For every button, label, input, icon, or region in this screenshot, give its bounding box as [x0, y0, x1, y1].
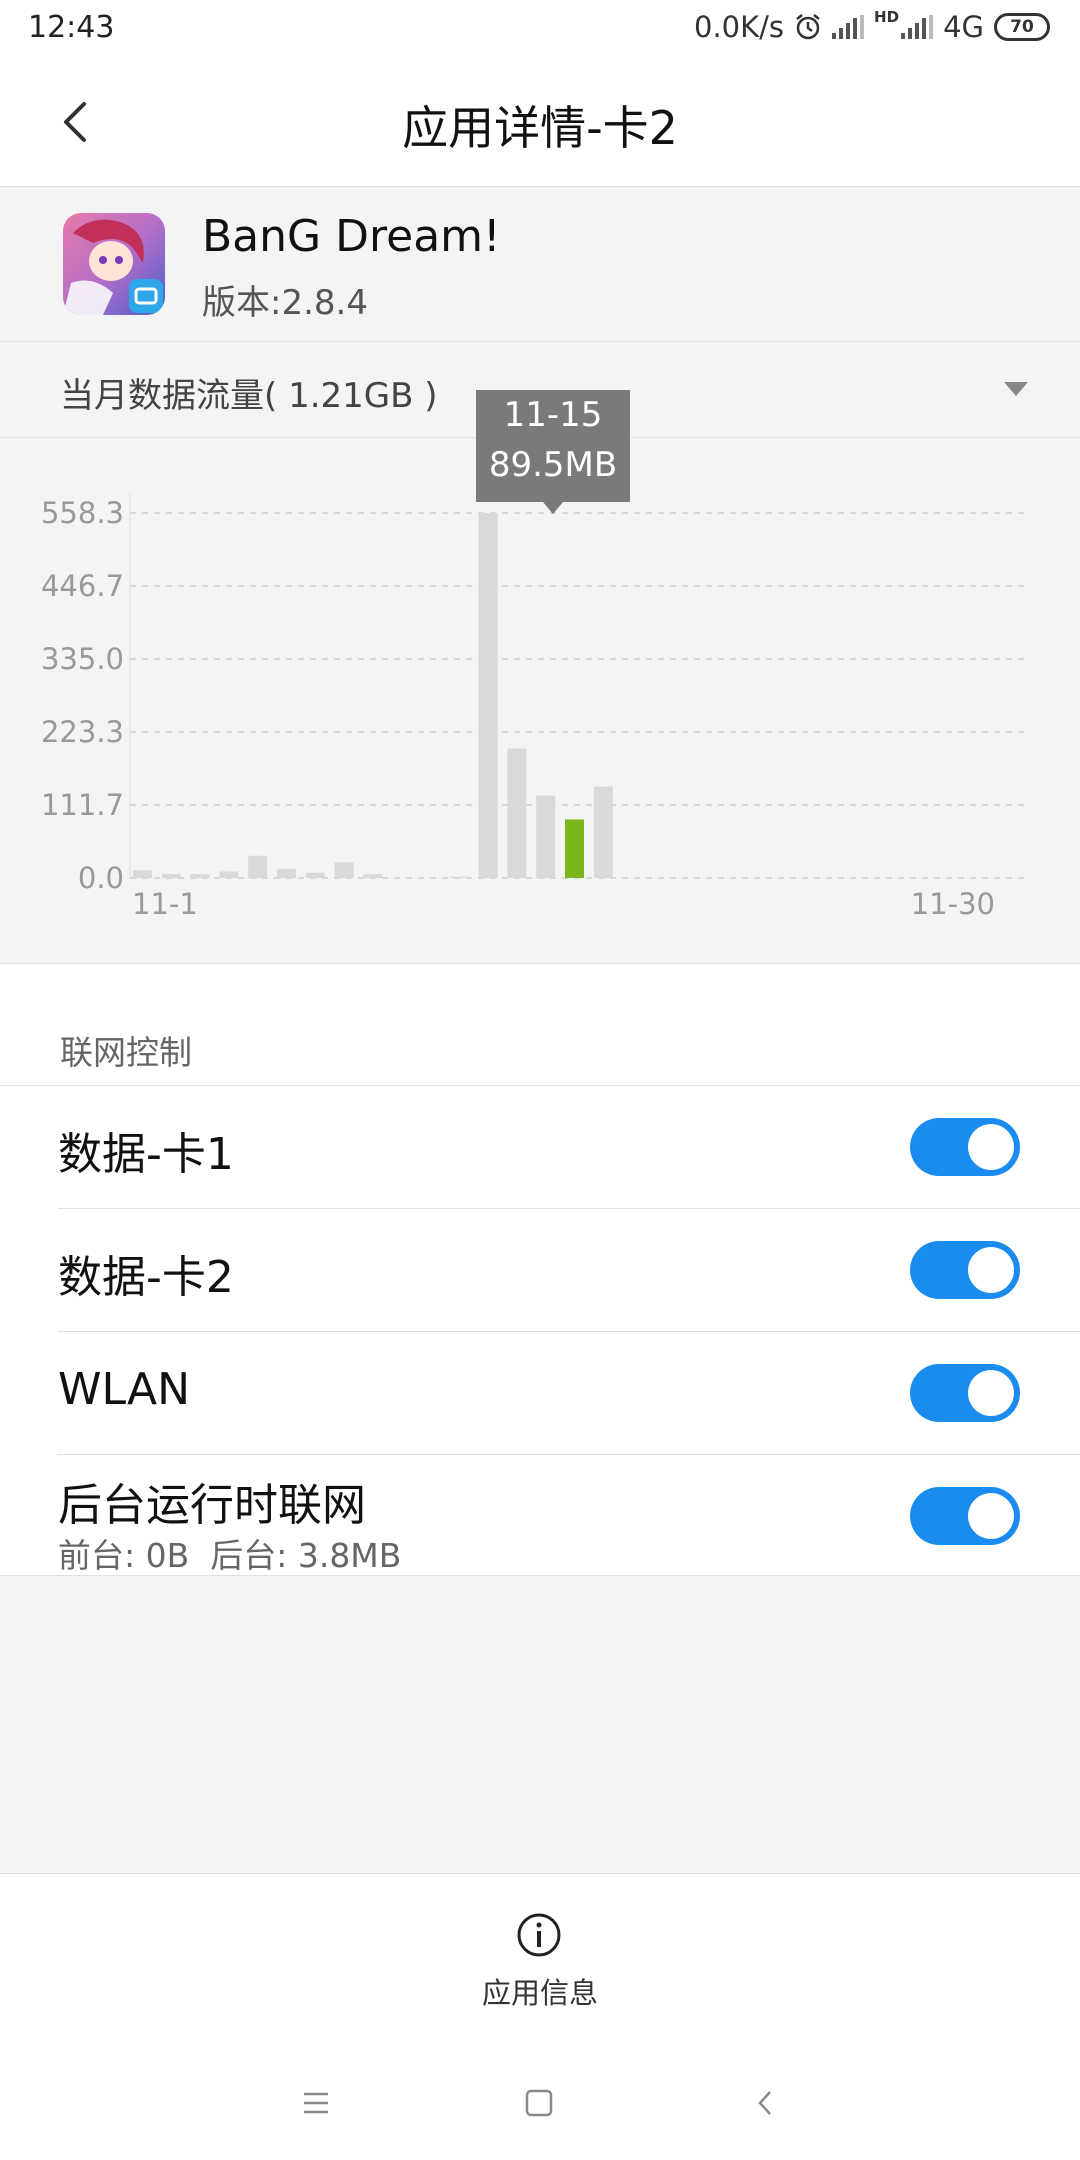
y-tick-label: 111.7 [41, 788, 124, 822]
row-sublabel: 前台: 0B 后台: 3.8MB [58, 1536, 402, 1575]
status-bar: 12:43 0.0K/s HD 4G 70 [0, 0, 1080, 56]
chart-bar [363, 874, 383, 878]
row-label: 数据-卡1 [58, 1129, 234, 1180]
row-label: 数据-卡2 [58, 1252, 234, 1303]
x-end-label: 11-30 [911, 887, 995, 921]
app-name: BanG Dream! [202, 211, 501, 262]
net-speed: 0.0K/s [694, 10, 785, 44]
status-time: 12:43 [28, 10, 115, 45]
y-tick-label: 335.0 [41, 642, 124, 676]
toggle-wlan[interactable] [910, 1364, 1020, 1422]
chart-tooltip: 11-15 89.5MB [476, 390, 630, 502]
y-tick-label: 223.3 [41, 715, 124, 749]
battery-icon: 70 [994, 13, 1050, 41]
app-info-button[interactable]: 应用信息 [0, 1873, 1080, 2050]
signal-hd-icon [901, 15, 934, 39]
row-label: 后台运行时联网 [58, 1480, 366, 1531]
home-square-icon[interactable] [525, 2089, 553, 2117]
chart-bar [277, 868, 296, 878]
y-tick-label: 558.3 [41, 496, 124, 530]
usage-chart-svg: 0.0 111.7 223.3 335.0 446.7 558.3 11-1 11-30 [41, 493, 1025, 921]
row-data-sim2[interactable]: 数据-卡2 [0, 1209, 1080, 1331]
chart-bar [305, 872, 325, 878]
network-type: 4G [943, 10, 984, 44]
y-tick-label: 0.0 [78, 861, 124, 895]
header: 应用详情-卡2 [0, 56, 1080, 187]
monthly-usage-label: 当月数据流量( 1.21GB ) [60, 376, 438, 416]
info-circle-icon [517, 1913, 561, 1957]
row-label: WLAN [58, 1364, 191, 1415]
chart-bar [507, 748, 527, 878]
network-control-title: 联网控制 [60, 1033, 192, 1072]
usage-chart[interactable]: 0.0 111.7 223.3 335.0 446.7 558.3 11-1 11-30 [0, 438, 1080, 964]
row-data-sim1[interactable]: 数据-卡1 [0, 1086, 1080, 1208]
hd-badge: HD [874, 8, 900, 26]
toggle-knob [968, 1370, 1014, 1416]
back-chevron-icon[interactable] [752, 2089, 780, 2117]
alarm-icon [796, 14, 820, 40]
toggle-knob [968, 1124, 1014, 1170]
toggle-knob [968, 1247, 1014, 1293]
tooltip-arrow [543, 502, 563, 514]
page-title: 应用详情-卡2 [402, 101, 678, 155]
chart-bar [219, 871, 239, 878]
chart-bar [565, 819, 584, 878]
chart-bar [593, 786, 613, 878]
chart-bar [133, 870, 152, 878]
row-background-network[interactable]: 后台运行时联网 前台: 0B 后台: 3.8MB [0, 1455, 1080, 1576]
app-card: BanG Dream! 版本:2.8.4 [0, 187, 1080, 342]
tooltip-date: 11-15 [503, 395, 603, 435]
chart-bar [536, 795, 556, 878]
toggle-data-sim1[interactable] [910, 1118, 1020, 1176]
row-wlan[interactable]: WLAN [0, 1332, 1080, 1454]
triangle-down-icon [1004, 382, 1028, 396]
app-icon [63, 213, 165, 315]
chart-bar [478, 513, 498, 878]
tooltip-value: 89.5MB [488, 445, 618, 485]
toggle-data-sim2[interactable] [910, 1241, 1020, 1299]
chart-bar [248, 855, 268, 878]
signal-icon [832, 15, 865, 39]
app-version: 版本:2.8.4 [202, 283, 368, 323]
network-control-section: 联网控制 数据-卡1 数据-卡2 WLAN 后台运行时联网 前台: 0B 后台:… [0, 964, 1080, 1576]
chart-bar [161, 874, 181, 878]
y-tick-label: 446.7 [41, 569, 124, 603]
chart-bar [334, 862, 354, 878]
x-start-label: 11-1 [132, 887, 198, 921]
status-indicators: 0.0K/s HD 4G 70 [694, 8, 1050, 44]
app-info-label: 应用信息 [481, 1976, 598, 2010]
navigation-bar [0, 2049, 1080, 2160]
chart-bar [449, 876, 469, 878]
toggle-background-network[interactable] [910, 1487, 1020, 1545]
toggle-knob [968, 1493, 1014, 1539]
chart-bar [190, 874, 210, 878]
divider [0, 1575, 1080, 1576]
menu-icon[interactable] [302, 2089, 330, 2117]
